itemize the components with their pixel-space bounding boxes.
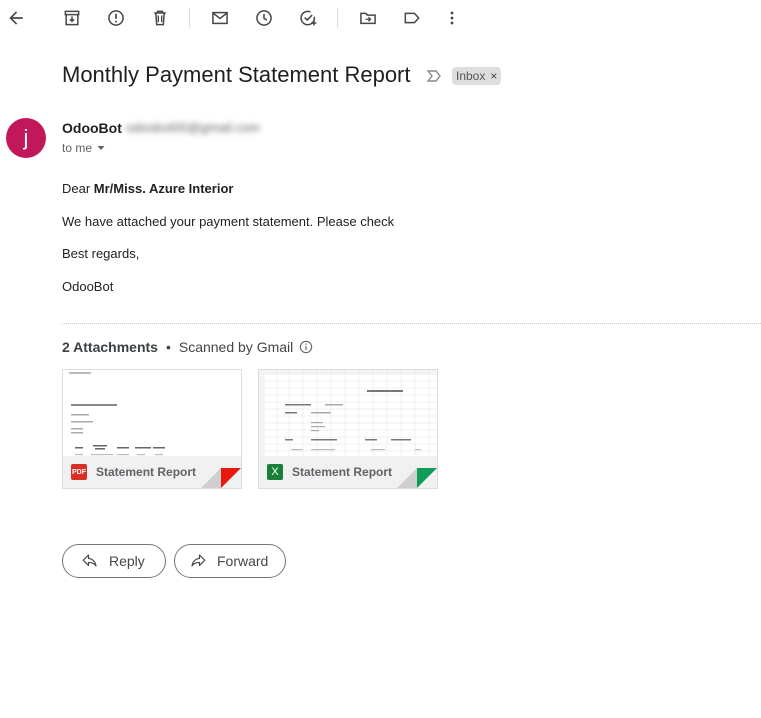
attachment-preview-pdf [63,370,241,456]
labels-icon[interactable] [400,6,424,30]
reply-button[interactable]: Reply [62,544,166,578]
header-separator: • [165,339,171,355]
attachment-card-pdf[interactable]: PDF Statement Report [62,369,242,489]
sheets-icon: X [267,464,283,480]
sender-name[interactable]: OdooBot [62,120,122,136]
inbox-label-chip: Inbox × [452,67,502,85]
info-icon[interactable] [299,340,313,354]
pdf-corner-flag [221,468,241,488]
attachment-name: Statement Report [96,465,197,479]
toolbar-divider [337,8,338,28]
attachment-name: Statement Report [292,465,393,479]
more-icon[interactable] [440,6,464,30]
recipient-details-toggle[interactable]: to me [62,141,106,155]
forward-button[interactable]: Forward [174,544,286,578]
report-spam-icon[interactable] [104,6,128,30]
page-fold-shadow [201,468,221,488]
forward-label: Forward [217,553,269,569]
forward-icon [191,554,206,567]
body-line-1: We have attached your payment statement.… [62,214,395,229]
xlsx-corner-flag [417,468,437,488]
mark-unread-icon[interactable] [208,6,232,30]
body-line-3: OdooBot [62,279,114,294]
attachments-header: 2 Attachments • Scanned by Gmail [62,339,313,355]
avatar[interactable]: j [6,118,46,158]
body-line-2: Best regards, [62,246,140,261]
page-fold-shadow [397,468,417,488]
greeting-name: Mr/Miss. Azure Interior [93,181,234,196]
pdf-icon: PDF [71,464,87,480]
label-importance-icon[interactable] [426,68,442,84]
email-subject: Monthly Payment Statement Report [62,62,411,87]
scanned-label: Scanned by Gmail [178,339,294,355]
attachments-divider [62,323,761,324]
recipient-label: to me [62,141,93,155]
toolbar-divider [189,8,190,28]
attachments-count: 2 Attachments [62,339,158,355]
reply-icon [82,554,97,567]
inbox-label-text: Inbox [456,69,486,83]
chevron-down-icon [97,146,105,150]
attachment-preview-xlsx [259,370,437,456]
delete-icon[interactable] [148,6,172,30]
back-icon[interactable] [4,6,28,30]
attachment-card-xlsx[interactable]: X Statement Report [258,369,438,489]
greeting-line: Dear Mr/Miss. Azure Interior [62,181,233,196]
add-task-icon[interactable] [296,6,320,30]
move-to-icon[interactable] [356,6,380,30]
greeting-prefix: Dear [62,181,94,196]
archive-icon[interactable] [60,6,84,30]
sender-email: odoobot00@gmail.com [126,120,260,135]
avatar-letter: j [23,125,29,150]
remove-label-icon[interactable]: × [490,69,497,83]
reply-label: Reply [109,553,145,569]
snooze-icon[interactable] [252,6,276,30]
